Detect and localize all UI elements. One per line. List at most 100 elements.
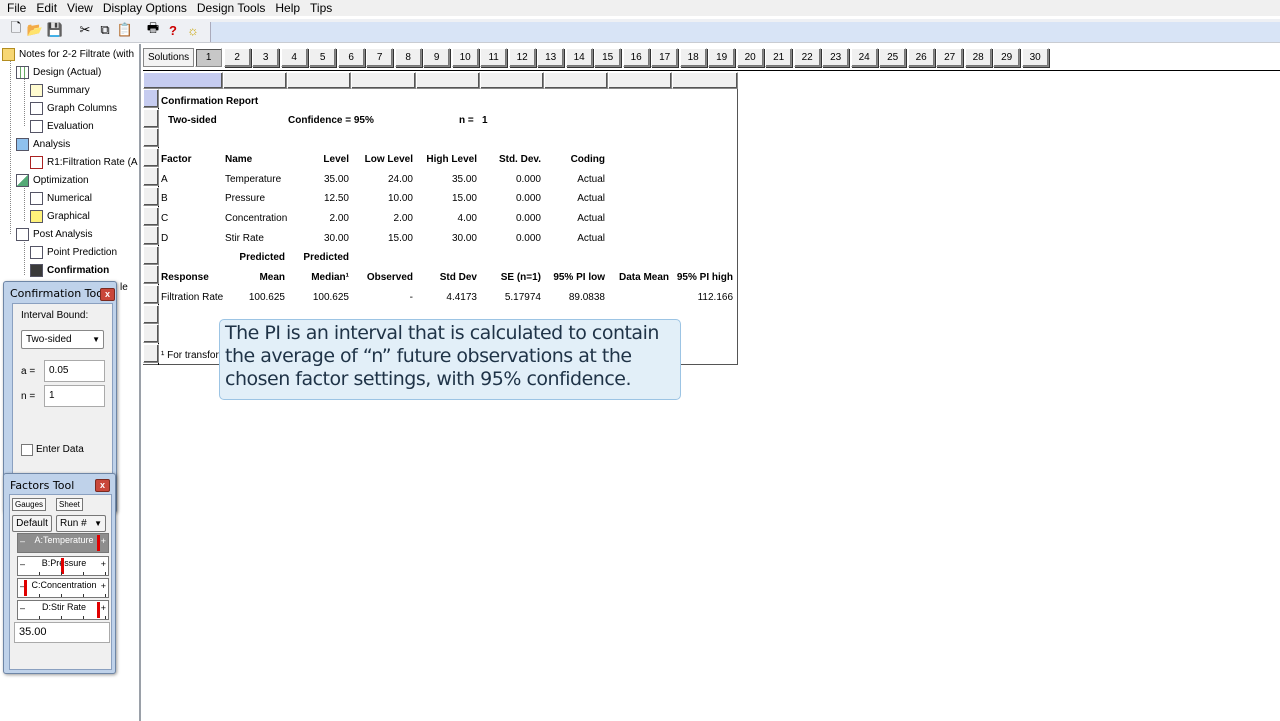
run-select[interactable]: Run # ▼ xyxy=(56,515,106,532)
n-input[interactable]: 1 xyxy=(44,385,105,407)
enter-data-checkbox[interactable] xyxy=(21,444,33,456)
column-header[interactable] xyxy=(608,72,672,89)
row-header[interactable] xyxy=(143,304,159,324)
tree-item-post-analysis[interactable]: Post Analysis xyxy=(16,225,92,243)
row-header[interactable] xyxy=(143,265,159,285)
tree-item-root[interactable]: Notes for 2-2 Filtrate (with xyxy=(2,45,134,63)
column-header[interactable] xyxy=(143,72,223,89)
solution-tab-27[interactable]: 27 xyxy=(936,48,964,67)
row-header[interactable] xyxy=(143,167,159,187)
row-header[interactable] xyxy=(143,206,159,226)
solution-tab-28[interactable]: 28 xyxy=(964,48,992,67)
slider-b-pressure[interactable]: – B:Pressure + xyxy=(17,556,109,576)
solution-tab-12[interactable]: 12 xyxy=(508,48,536,67)
menu-view[interactable]: View xyxy=(62,0,98,16)
open-folder-icon[interactable]: 📂 xyxy=(27,22,43,38)
save-icon[interactable]: 💾 xyxy=(47,22,63,38)
row-header[interactable] xyxy=(143,343,159,363)
solution-tab-22[interactable]: 22 xyxy=(793,48,821,67)
row-header[interactable] xyxy=(143,187,159,206)
row-header[interactable] xyxy=(143,245,159,265)
row-header[interactable] xyxy=(143,147,159,167)
column-header[interactable] xyxy=(287,72,351,89)
tree-item-confirmation[interactable]: Confirmation xyxy=(30,261,109,279)
solution-tab-24[interactable]: 24 xyxy=(850,48,878,67)
row-header[interactable] xyxy=(143,324,159,344)
row-header[interactable] xyxy=(143,89,159,108)
solution-tab-4[interactable]: 4 xyxy=(280,48,308,67)
solution-tab-10[interactable]: 10 xyxy=(451,48,479,67)
interval-bound-select[interactable]: Two-sided ▼ xyxy=(21,330,104,349)
menu-edit[interactable]: Edit xyxy=(31,0,62,16)
factor-value-input[interactable]: 35.00 xyxy=(14,622,110,643)
slider-marker[interactable] xyxy=(97,535,100,551)
solution-tab-8[interactable]: 8 xyxy=(394,48,422,67)
solution-tab-20[interactable]: 20 xyxy=(736,48,764,67)
column-header[interactable] xyxy=(416,72,480,89)
tree-item-partial[interactable]: le xyxy=(120,278,128,296)
column-header[interactable] xyxy=(223,72,287,89)
solution-tab-6[interactable]: 6 xyxy=(337,48,365,67)
column-header[interactable] xyxy=(480,72,544,89)
menu-file[interactable]: File xyxy=(2,0,31,16)
solution-tab-16[interactable]: 16 xyxy=(622,48,650,67)
help-icon[interactable]: ? xyxy=(165,22,181,38)
menu-help[interactable]: Help xyxy=(270,0,305,16)
new-file-icon[interactable]: 🗋 xyxy=(8,20,24,38)
solution-tab-19[interactable]: 19 xyxy=(708,48,736,67)
tree-item-evaluation[interactable]: Evaluation xyxy=(30,117,94,135)
tree-item-optimization[interactable]: Optimization xyxy=(16,171,89,189)
solution-tab-11[interactable]: 11 xyxy=(480,48,508,67)
solution-tab-25[interactable]: 25 xyxy=(879,48,907,67)
solution-tab-2[interactable]: 2 xyxy=(223,48,251,67)
solution-tab-26[interactable]: 26 xyxy=(907,48,935,67)
row-header[interactable] xyxy=(143,285,159,304)
paste-icon[interactable]: 📋 xyxy=(117,22,133,38)
tree-item-design[interactable]: Design (Actual) xyxy=(16,63,101,81)
print-icon[interactable]: 🖶 xyxy=(145,20,161,38)
column-header[interactable] xyxy=(544,72,608,89)
solution-tab-3[interactable]: 3 xyxy=(252,48,280,67)
menu-display-options[interactable]: Display Options xyxy=(98,0,192,16)
default-button[interactable]: Default xyxy=(12,515,52,532)
row-header[interactable] xyxy=(143,108,159,128)
alpha-input[interactable]: 0.05 xyxy=(44,360,105,382)
solution-tab-21[interactable]: 21 xyxy=(765,48,793,67)
tree-item-graphical[interactable]: Graphical xyxy=(30,207,90,225)
column-header[interactable] xyxy=(351,72,416,89)
close-icon[interactable]: x xyxy=(95,479,110,492)
solution-tab-18[interactable]: 18 xyxy=(679,48,707,67)
solution-tab-15[interactable]: 15 xyxy=(594,48,622,67)
tree-item-summary[interactable]: Summary xyxy=(30,81,90,99)
response-cell: 89.0838 xyxy=(568,292,605,303)
row-header[interactable] xyxy=(143,128,159,148)
solution-tab-5[interactable]: 5 xyxy=(309,48,337,67)
solution-tab-13[interactable]: 13 xyxy=(537,48,565,67)
tree-item-analysis[interactable]: Analysis xyxy=(16,135,70,153)
sheet-tab[interactable]: Sheet xyxy=(56,498,83,511)
solution-tab-23[interactable]: 23 xyxy=(822,48,850,67)
slider-a-temperature[interactable]: – A:Temperature + xyxy=(17,533,109,553)
solution-tab-1[interactable]: 1 xyxy=(195,48,223,67)
column-header[interactable] xyxy=(672,72,738,89)
solution-tab-14[interactable]: 14 xyxy=(565,48,593,67)
copy-icon[interactable]: ⧉ xyxy=(97,22,113,38)
gauges-tab[interactable]: Gauges xyxy=(12,498,47,511)
tree-item-r1[interactable]: R1:Filtration Rate (A xyxy=(30,153,138,171)
menu-design-tools[interactable]: Design Tools xyxy=(192,0,270,16)
solution-tab-7[interactable]: 7 xyxy=(366,48,394,67)
menu-tips[interactable]: Tips xyxy=(305,0,337,16)
row-header[interactable] xyxy=(143,226,159,246)
close-icon[interactable]: x xyxy=(100,288,115,301)
solution-tab-30[interactable]: 30 xyxy=(1021,48,1049,67)
tree-item-graph-columns[interactable]: Graph Columns xyxy=(30,99,117,117)
solution-tab-9[interactable]: 9 xyxy=(423,48,451,67)
tip-bulb-icon[interactable]: ☼ xyxy=(185,22,201,38)
solution-tab-29[interactable]: 29 xyxy=(993,48,1021,67)
tree-item-point-prediction[interactable]: Point Prediction xyxy=(30,243,117,261)
tree-item-numerical[interactable]: Numerical xyxy=(30,189,92,207)
cut-icon[interactable]: ✂ xyxy=(77,22,93,38)
solution-tab-17[interactable]: 17 xyxy=(651,48,679,67)
slider-c-concentration[interactable]: – C:Concentration + xyxy=(17,578,109,598)
slider-d-stir-rate[interactable]: – D:Stir Rate + xyxy=(17,600,109,620)
